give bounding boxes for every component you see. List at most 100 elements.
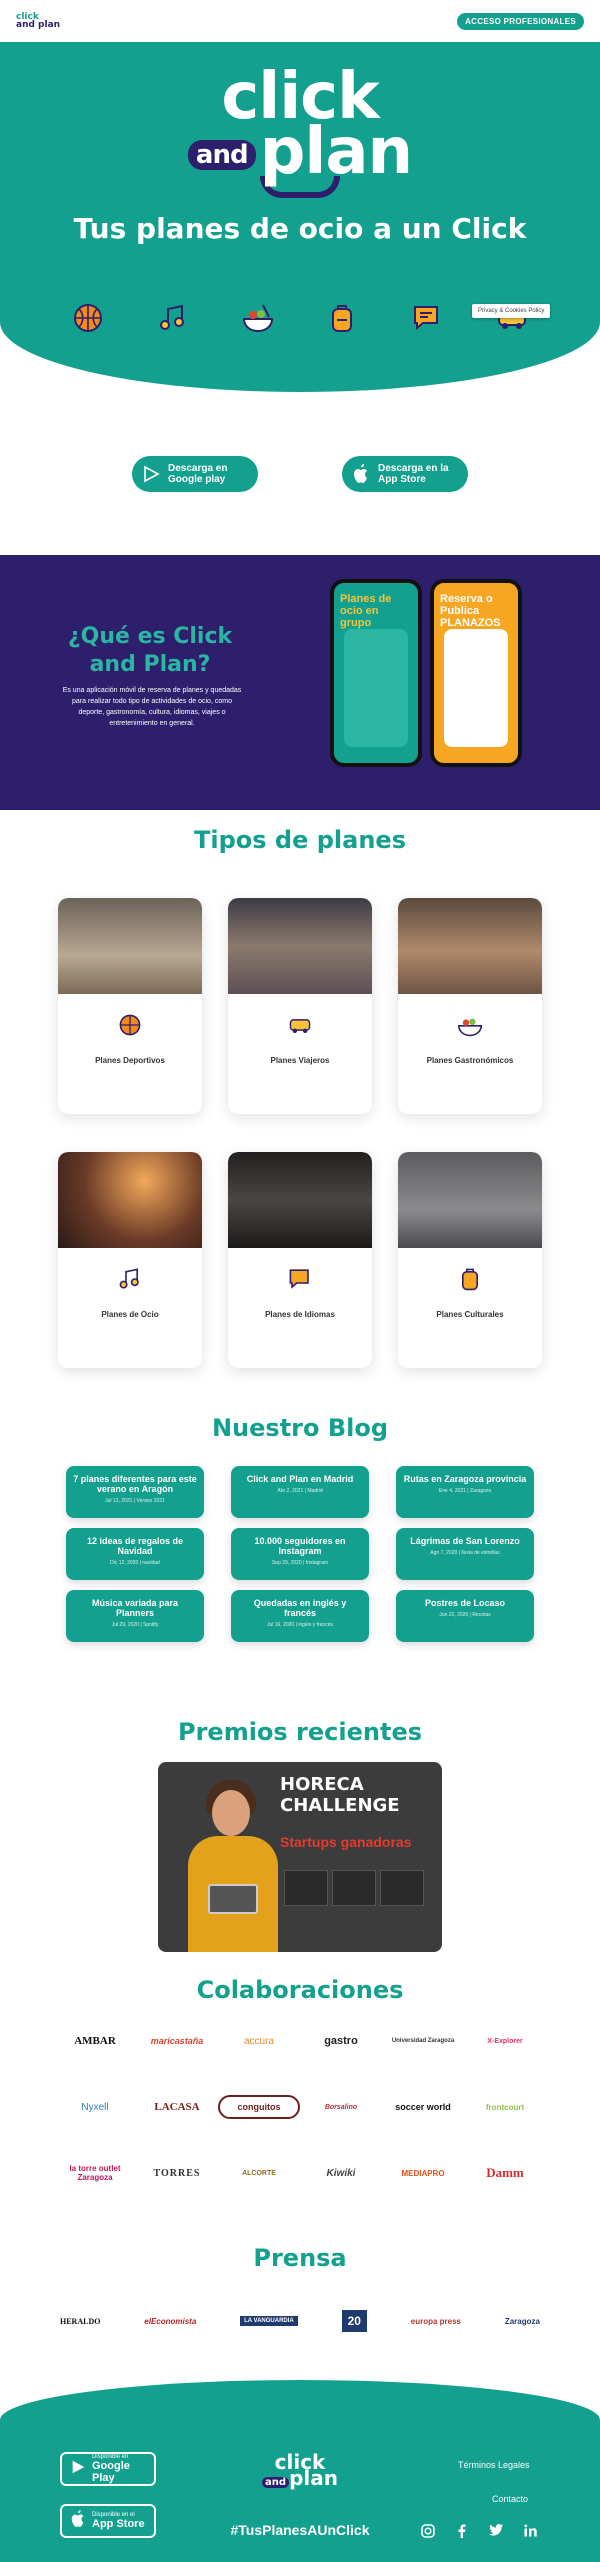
partner-logo: TORRES (153, 2167, 201, 2179)
footer-logo-plan: plan (289, 2466, 338, 2490)
cookie-policy-button[interactable]: Privacy & Cookies Policy (472, 304, 551, 318)
blog-post-title: Click and Plan en Madrid (246, 1474, 354, 1484)
partner-logo: X-Explorer (487, 2037, 523, 2045)
plan-card[interactable]: Planes de Idiomas (228, 1152, 372, 1368)
what-is-description: Es una aplicación móvil de reserva de pl… (62, 687, 242, 727)
phone-1-screen (344, 629, 408, 747)
what-is-section: ¿Qué es Click and Plan? Es una aplicació… (0, 555, 600, 810)
press-logo: HERALDO (60, 2316, 101, 2326)
blog-post[interactable]: Quedadas en inglés y francés Jul 16, 2020… (231, 1590, 369, 1642)
header-logo[interactable]: click and plan (16, 13, 61, 30)
plan-card[interactable]: Planes de Ocio (58, 1152, 202, 1368)
google-play-button[interactable]: Descarga en Google play (132, 456, 258, 492)
phone-2-text: Reserva o Publica PLANAZOS (440, 593, 501, 629)
plan-card-label: Planes Deportivos (95, 1056, 165, 1065)
header-logo-bottom: and plan (16, 20, 61, 30)
social-links (420, 2524, 538, 2541)
partner-logo: gastro (324, 2035, 358, 2047)
plan-card-label: Planes de Idiomas (265, 1310, 335, 1319)
bus-icon (228, 994, 372, 1056)
app-store-button[interactable]: Descarga en la App Store (342, 456, 468, 492)
plan-card[interactable]: Planes Viajeros (228, 898, 372, 1114)
footer-logo[interactable]: click and plan (258, 2452, 342, 2491)
partner-logo: maricastaña (150, 2036, 204, 2046)
partner-logo: ALCORTE (242, 2169, 276, 2177)
hero-logo-line2: and plan (0, 120, 600, 184)
award-tile (332, 1870, 376, 1906)
plan-card-image (58, 898, 202, 994)
partner-logo: Universidad Zaragoza (391, 2038, 455, 2044)
premios-title: Premios recientes (177, 1718, 423, 1746)
blog-post[interactable]: 7 planes diferentes para este verano en … (66, 1466, 204, 1518)
footer-google-play-button[interactable]: Disponible en Google Play (60, 2452, 156, 2486)
what-is-title: ¿Qué es Click and Plan? (67, 624, 233, 677)
contact-link[interactable]: Contacto (492, 2494, 528, 2504)
blog-post[interactable]: 12 ideas de regalos de Navidad Dic 12, 20… (66, 1528, 204, 1580)
food-bowl-icon (398, 994, 542, 1056)
footer-logo-and: and (262, 2477, 290, 2488)
award-tile (380, 1870, 424, 1906)
award-text: HORECA CHALLENGE Startups ganadoras (280, 1774, 430, 1850)
blog-post[interactable]: 10.000 seguidores en Instagram Sep 29, 20… (231, 1528, 369, 1580)
footer: Disponible en Google Play Disponible en … (0, 2380, 600, 2562)
plan-card[interactable]: Planes Deportivos (58, 898, 202, 1114)
blog-post-meta: Jun 22, 2020 | Recetas (439, 1612, 491, 1618)
blog-post-meta: Sep 29, 2020 | Instagram (271, 1560, 329, 1566)
professional-access-button[interactable]: ACCESO PROFESIONALES (457, 12, 584, 30)
phone-1-text: Planes de ocio en grupo (340, 593, 392, 629)
basketball-icon (70, 300, 106, 336)
blog-post-title: Lágrimas de San Lorenzo (410, 1536, 520, 1546)
blog-post-meta: Jul 16, 2020 | inglés y francés (266, 1622, 334, 1628)
partner-logo: LACASA (154, 2101, 200, 2113)
collaborators-grid: AMBAR maricastaña accura gastro Universi… (54, 2022, 546, 2192)
footer-google-big: Google Play (92, 2460, 130, 2484)
store-buttons: Descarga en Google play Descarga en la A… (0, 456, 600, 492)
plan-card-image (228, 1152, 372, 1248)
blog-post-meta: Ene 4, 2021 | Zaragoza (438, 1488, 492, 1494)
partner-logo: AMBAR (74, 2035, 116, 2047)
blog-post-meta: Jul 13, 2021 | Verano 2021 (105, 1498, 165, 1504)
blog-post[interactable]: Postres de Locaso Jun 22, 2020 | Recetas (396, 1590, 534, 1642)
partner-logo: Borsalino (324, 2103, 358, 2111)
footer-logo-bottom-line: and plan (258, 2468, 342, 2491)
plan-card[interactable]: Planes Gastronómicos (398, 898, 542, 1114)
blog-post-title: 7 planes diferentes para este verano en … (73, 1474, 197, 1494)
press-logos: HERALDO elEconomista LA VANGUARDIA 20 eu… (60, 2310, 540, 2332)
music-note-icon (58, 1248, 202, 1310)
blog-post[interactable]: Música variada para Planners Jul 29, 2020… (66, 1590, 204, 1642)
google-play-label: Descarga en Google play (168, 463, 228, 485)
plan-card-label: Planes de Ocio (101, 1310, 159, 1319)
phone-2-screen (444, 629, 508, 747)
woman-face (212, 1790, 250, 1836)
blog-post[interactable]: Rutas en Zaragoza provincia Ene 4, 2021 |… (396, 1466, 534, 1518)
press-logo: Zaragoza (504, 2316, 540, 2326)
hero-logo-and: and (187, 140, 256, 171)
partner-logo: MEDIAPRO (401, 2168, 445, 2178)
blog-post[interactable]: Click and Plan en Madrid Abr 2, 2021 | Ma… (231, 1466, 369, 1518)
plan-card-image (228, 898, 372, 994)
phone-mockup-2: Reserva o Publica PLANAZOS (430, 579, 522, 767)
award-tile (284, 1870, 328, 1906)
blog-grid: 7 planes diferentes para este verano en … (66, 1466, 534, 1642)
plan-card-image (398, 1152, 542, 1248)
plan-card[interactable]: Planes Culturales (398, 1152, 542, 1368)
blog-post-meta: Dic 12, 2020 | navidad (110, 1560, 160, 1566)
hero-logo-plan: plan (259, 115, 413, 189)
linkedin-icon[interactable] (522, 2524, 538, 2541)
facebook-icon[interactable] (454, 2524, 470, 2541)
music-note-icon (155, 300, 191, 336)
backpack-icon (398, 1248, 542, 1310)
twitter-icon[interactable] (488, 2524, 504, 2541)
blog-post[interactable]: Lágrimas de San Lorenzo Ago 7, 2020 | llu… (396, 1528, 534, 1580)
tipos-row-2: Planes de Ocio Planes de Idiomas Planes … (58, 1152, 542, 1368)
hero-icons (70, 300, 530, 336)
partner-logo: accura (243, 2035, 274, 2047)
instagram-icon[interactable] (420, 2524, 436, 2541)
app-store-label: Descarga en la App Store (378, 463, 449, 485)
tablet-icon (208, 1884, 258, 1914)
play-icon (70, 2459, 86, 2480)
legal-terms-link[interactable]: Términos Legales (458, 2460, 530, 2470)
award-image: HORECA CHALLENGE Startups ganadoras (158, 1762, 442, 1952)
partner-logo: la torre outlet Zaragoza (69, 2164, 121, 2182)
blog-post-title: 10.000 seguidores en Instagram (254, 1536, 346, 1556)
